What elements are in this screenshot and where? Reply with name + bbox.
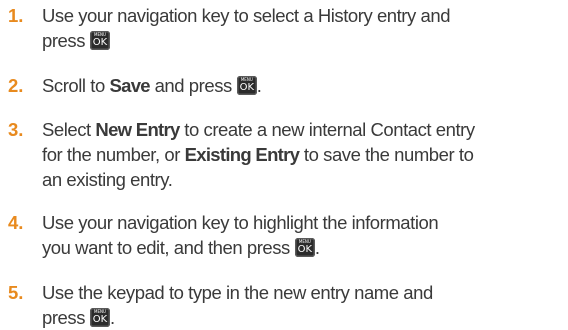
step-line: press MENU OK <box>42 28 562 53</box>
menu-ok-key-icon: MENU OK <box>294 238 315 257</box>
new-entry-option-label: New Entry <box>95 119 180 140</box>
step-line: you want to edit, and then press MENU OK. <box>42 237 320 258</box>
step-line: Select New Entry to create a new interna… <box>42 119 475 140</box>
step-text: Use your navigation key to select a Hist… <box>42 3 562 53</box>
step-line: for the number, or Existing Entry to sav… <box>42 144 474 165</box>
menu-ok-key-icon: MENU OK <box>90 308 110 327</box>
step-line: an existing entry. <box>42 169 173 190</box>
step-line: Use your navigation key to highlight the… <box>42 212 439 233</box>
step-text: Use your navigation key to highlight the… <box>42 210 562 260</box>
step-number: 4. <box>8 212 24 233</box>
step-text: Select New Entry to create a new interna… <box>42 117 562 192</box>
save-option-label: Save <box>109 75 150 96</box>
step-line: press MENU OK. <box>42 307 115 328</box>
step-number: 5. <box>8 282 24 303</box>
step-text: Scroll to Save and press MENU OK. <box>42 73 562 98</box>
step-number: 3. <box>8 119 24 140</box>
existing-entry-option-label: Existing Entry <box>184 144 300 165</box>
step-number: 1. <box>8 5 24 26</box>
menu-ok-key-icon: MENU OK <box>90 31 110 50</box>
step-line: Use the keypad to type in the new entry … <box>42 282 433 303</box>
step-line: Use your navigation key to select a Hist… <box>42 5 451 26</box>
step-number: 2. <box>8 75 24 96</box>
step-line: Scroll to Save and press MENU OK. <box>42 75 262 96</box>
menu-ok-key-icon: MENU OK <box>236 76 257 95</box>
